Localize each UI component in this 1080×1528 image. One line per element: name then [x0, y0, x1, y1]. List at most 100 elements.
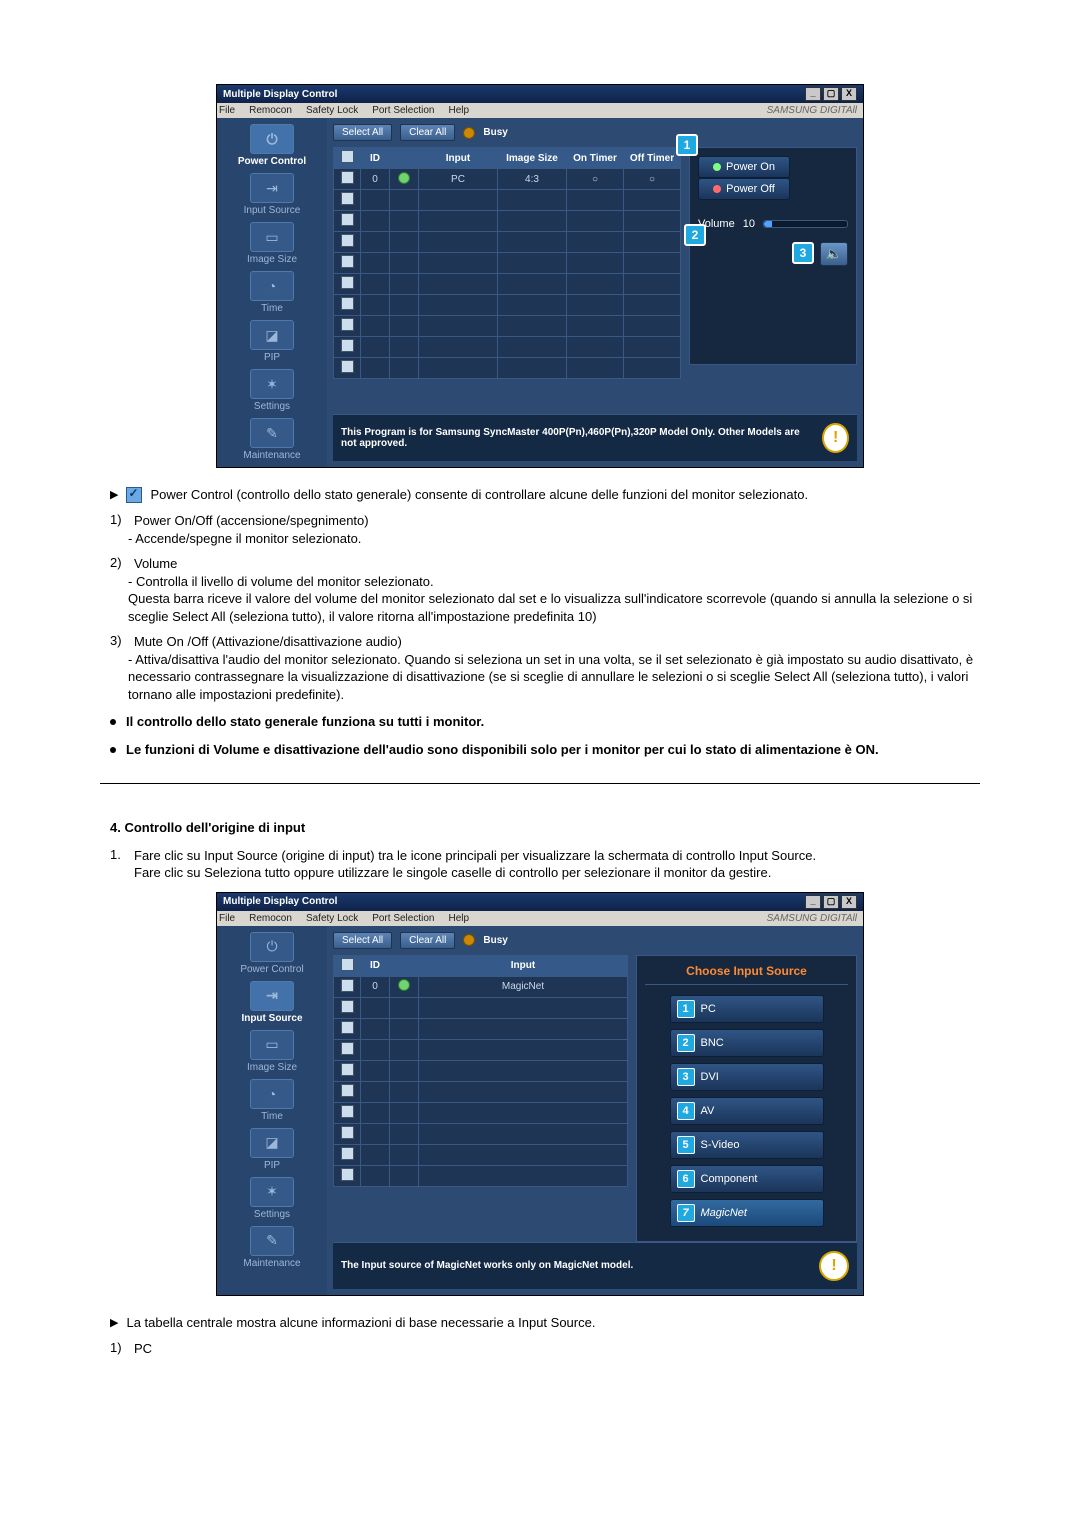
- sidebar-maintenance[interactable]: ✎ Maintenance: [221, 418, 323, 461]
- table-row[interactable]: [334, 211, 681, 232]
- sidebar-maintenance[interactable]: ✎ Maintenance: [221, 1226, 323, 1269]
- clear-all-button[interactable]: Clear All: [400, 932, 455, 949]
- sidebar-label: Time: [221, 1111, 323, 1122]
- input-component-button[interactable]: 6 Component: [670, 1165, 824, 1193]
- menu-remocon[interactable]: Remocon: [249, 105, 292, 116]
- item-1-sub: - Accende/spegne il monitor selezionato.: [100, 530, 980, 548]
- menu-help[interactable]: Help: [448, 913, 469, 924]
- cell-id: 0: [361, 976, 390, 997]
- table-row[interactable]: 0 MagicNet: [334, 976, 628, 997]
- btn-label: DVI: [701, 1071, 719, 1083]
- input-bnc-button[interactable]: 2 BNC: [670, 1029, 824, 1057]
- col-checkbox[interactable]: [334, 148, 361, 169]
- sidebar-time[interactable]: ◔ Time: [221, 271, 323, 314]
- sidebar-power-control[interactable]: ⏻ Power Control: [221, 124, 323, 167]
- table-row[interactable]: [334, 337, 681, 358]
- toolbar: Select All Clear All Busy: [333, 124, 857, 141]
- menu-safety-lock[interactable]: Safety Lock: [306, 913, 358, 924]
- menu-safety-lock[interactable]: Safety Lock: [306, 105, 358, 116]
- power-icon: ⏻: [250, 932, 294, 962]
- callout-num: 5: [677, 1136, 695, 1154]
- menu-remocon[interactable]: Remocon: [249, 913, 292, 924]
- sidebar-input-source[interactable]: ⇥ Input Source: [221, 173, 323, 216]
- pip-icon: ◪: [250, 1128, 294, 1158]
- input-magicnet-button[interactable]: 7 MagicNet: [670, 1199, 824, 1227]
- col-image-size: Image Size: [498, 148, 567, 169]
- input-av-button[interactable]: 4 AV: [670, 1097, 824, 1125]
- callout-num: 7: [677, 1204, 695, 1222]
- select-all-button[interactable]: Select All: [333, 932, 392, 949]
- table-row[interactable]: [334, 1039, 628, 1060]
- btn-label: S-Video: [701, 1139, 740, 1151]
- volume-value: 10: [743, 218, 755, 230]
- power-off-button[interactable]: Power Off: [698, 178, 790, 200]
- table-row[interactable]: [334, 1060, 628, 1081]
- clear-all-button[interactable]: Clear All: [400, 124, 455, 141]
- item-title: Power On/Off (accensione/spegnimento): [134, 512, 369, 530]
- sidebar-image-size[interactable]: ▭ Image Size: [221, 222, 323, 265]
- sidebar-input-source[interactable]: ⇥ Input Source: [221, 981, 323, 1024]
- table-row[interactable]: [334, 997, 628, 1018]
- input-svideo-button[interactable]: 5 S-Video: [670, 1131, 824, 1159]
- close-button[interactable]: X: [841, 895, 857, 909]
- table-row[interactable]: [334, 358, 681, 379]
- arrow-icon: ▶: [110, 486, 118, 504]
- table-row[interactable]: [334, 274, 681, 295]
- volume-slider[interactable]: [763, 220, 848, 228]
- row-checkbox[interactable]: [341, 979, 354, 992]
- input-pc-button[interactable]: 1 PC: [670, 995, 824, 1023]
- sidebar-power-control[interactable]: ⏻ Power Control: [221, 932, 323, 975]
- table-row[interactable]: [334, 316, 681, 337]
- table-row[interactable]: [334, 232, 681, 253]
- table-row[interactable]: [334, 1144, 628, 1165]
- table-row[interactable]: [334, 295, 681, 316]
- input-dvi-button[interactable]: 3 DVI: [670, 1063, 824, 1091]
- input-icon: ⇥: [250, 981, 294, 1011]
- item-title: Volume: [134, 555, 177, 573]
- cell-on: ○: [567, 169, 624, 190]
- cell-input: PC: [419, 169, 498, 190]
- settings-icon: ✶: [250, 369, 294, 399]
- footer: The Input source of MagicNet works only …: [333, 1242, 857, 1289]
- doc2-arrow-row: ▶ La tabella centrale mostra alcune info…: [100, 1314, 980, 1332]
- table-row[interactable]: [334, 1123, 628, 1144]
- menu-help[interactable]: Help: [448, 105, 469, 116]
- maximize-button[interactable]: ▢: [823, 895, 839, 909]
- row-checkbox[interactable]: [341, 171, 354, 184]
- menu-port-selection[interactable]: Port Selection: [372, 105, 434, 116]
- step1-text-b: Fare clic su Seleziona tutto oppure util…: [134, 864, 816, 882]
- close-button[interactable]: X: [841, 87, 857, 101]
- sidebar-image-size[interactable]: ▭ Image Size: [221, 1030, 323, 1073]
- monitor-table: ID Input 0 MagicNet: [333, 955, 628, 1187]
- table-row[interactable]: [334, 1018, 628, 1039]
- menu-file[interactable]: File: [219, 105, 235, 116]
- window-title: Multiple Display Control: [223, 89, 337, 100]
- menu-port-selection[interactable]: Port Selection: [372, 913, 434, 924]
- sidebar-time[interactable]: ◔ Time: [221, 1079, 323, 1122]
- sidebar-pip[interactable]: ◪ PIP: [221, 1128, 323, 1171]
- sidebar-pip[interactable]: ◪ PIP: [221, 320, 323, 363]
- sidebar-label: Maintenance: [221, 450, 323, 461]
- table-row[interactable]: 0 PC 4:3 ○ ○: [334, 169, 681, 190]
- sidebar-label: Input Source: [221, 1013, 323, 1024]
- select-all-button[interactable]: Select All: [333, 124, 392, 141]
- table-row[interactable]: [334, 1081, 628, 1102]
- sidebar-settings[interactable]: ✶ Settings: [221, 1177, 323, 1220]
- mute-button[interactable]: 🔈: [820, 242, 848, 266]
- main-area: Select All Clear All Busy ID Input Image…: [327, 118, 863, 467]
- toolbar: Select All Clear All Busy: [333, 932, 857, 949]
- power-on-button[interactable]: Power On: [698, 156, 790, 178]
- table-row[interactable]: [334, 190, 681, 211]
- col-id: ID: [361, 148, 390, 169]
- sidebar-settings[interactable]: ✶ Settings: [221, 369, 323, 412]
- table-row[interactable]: [334, 1102, 628, 1123]
- minimize-button[interactable]: _: [805, 87, 821, 101]
- col-checkbox[interactable]: [334, 955, 361, 976]
- table-row[interactable]: [334, 253, 681, 274]
- table-row[interactable]: [334, 1165, 628, 1186]
- menu-file[interactable]: File: [219, 913, 235, 924]
- time-icon: ◔: [250, 271, 294, 301]
- minimize-button[interactable]: _: [805, 895, 821, 909]
- maximize-button[interactable]: ▢: [823, 87, 839, 101]
- input-icon: ⇥: [250, 173, 294, 203]
